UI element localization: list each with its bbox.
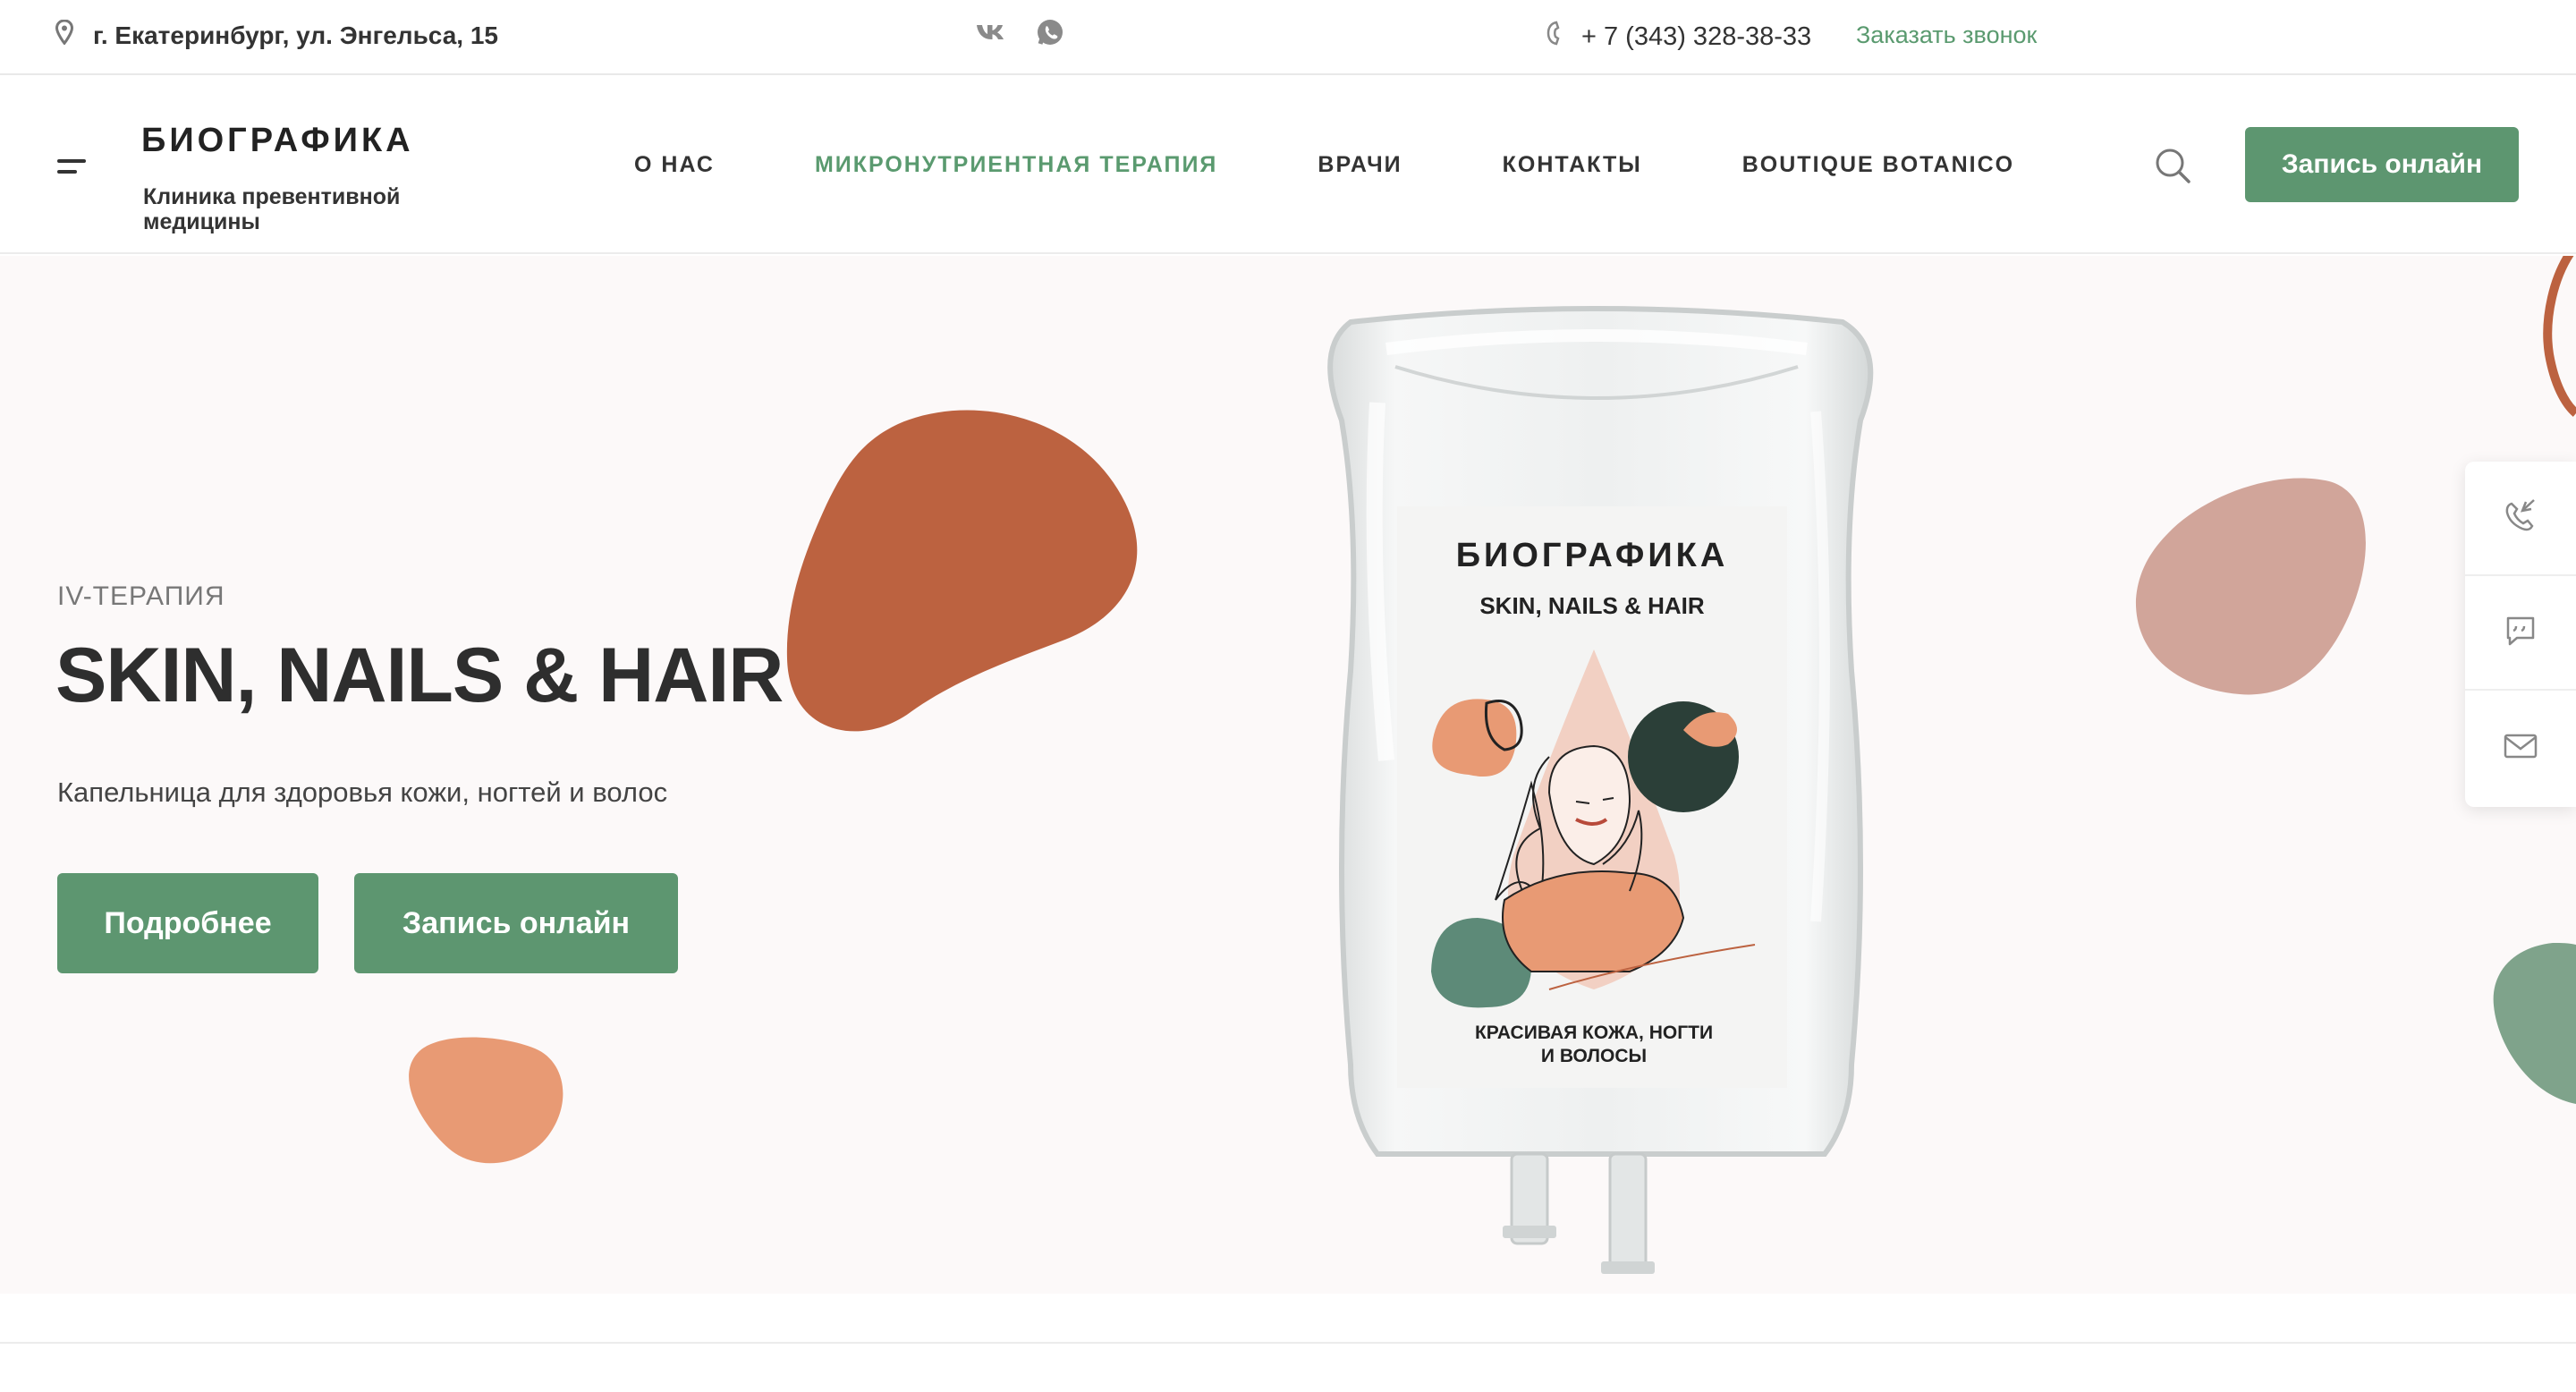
phone-number[interactable]: + 7 (343) 328-38-33	[1581, 22, 1811, 52]
menu-icon[interactable]	[57, 159, 86, 174]
whatsapp-icon[interactable]	[1036, 18, 1064, 51]
phone-block[interactable]: + 7 (343) 328-38-33	[1546, 20, 1811, 54]
address: г. Екатеринбург, ул. Энгельса, 15	[55, 19, 498, 51]
logo[interactable]: БИОГРАФИКА	[141, 122, 414, 160]
address-text: г. Екатеринбург, ул. Энгельса, 15	[93, 21, 498, 49]
label-caption: КРАСИВАЯ КОЖА, НОГТИ И ВОЛОСЫ	[1433, 1022, 1755, 1068]
label-caption-line-2: И ВОЛОСЫ	[1540, 1046, 1648, 1066]
main-nav: О НАС МИКРОНУТРИЕНТНАЯ ТЕРАПИЯ ВРАЧИ КОН…	[634, 152, 2114, 178]
label-brand: БИОГРАФИКА	[1455, 537, 1729, 574]
nav-item-about[interactable]: О НАС	[634, 152, 715, 178]
mail-icon	[2503, 732, 2538, 765]
hero-eyebrow: IV-ТЕРАПИЯ	[57, 581, 225, 611]
nav-item-doctors[interactable]: ВРАЧИ	[1318, 152, 1402, 178]
product-label: БИОГРАФИКА SKIN, NAILS & HAIR КРАСИВАЯ К…	[1397, 506, 1787, 1088]
search-icon[interactable]	[2154, 147, 2191, 184]
phone-icon	[1546, 20, 1562, 54]
vk-icon[interactable]	[975, 22, 1005, 47]
nav-item-micronutrient-therapy[interactable]: МИКРОНУТРИЕНТНАЯ ТЕРАПИЯ	[815, 152, 1217, 178]
label-product-name: SKIN, NAILS & HAIR	[1479, 592, 1705, 619]
hero-book-online-button[interactable]: Запись онлайн	[354, 873, 678, 973]
hero-section: IV-ТЕРАПИЯ SKIN, NAILS & HAIR Капельница…	[0, 256, 2576, 1294]
more-button[interactable]: Подробнее	[57, 873, 318, 973]
peach-blob	[409, 1037, 564, 1164]
social-links	[975, 18, 1064, 51]
callback-phone-icon	[2503, 498, 2538, 539]
chat-icon	[2503, 613, 2538, 653]
woman-illustration	[1431, 649, 1756, 1008]
site-header: БИОГРАФИКА Клиника превентивной медицины…	[0, 77, 2576, 254]
contact-side-panel	[2465, 462, 2576, 807]
nav-item-contacts[interactable]: КОНТАКТЫ	[1503, 152, 1642, 178]
hero-title: SKIN, NAILS & HAIR	[55, 632, 784, 718]
location-pin-icon	[55, 19, 74, 51]
section-divider	[0, 1342, 2576, 1344]
top-bar: г. Екатеринбург, ул. Энгельса, 15 + 7 (3…	[0, 0, 2576, 75]
dusty-rose-blob	[2135, 478, 2366, 695]
side-mail-button[interactable]	[2465, 691, 2576, 805]
order-callback-link[interactable]: Заказать звонок	[1856, 21, 2037, 49]
logo-subtitle: Клиника превентивной медицины	[143, 184, 401, 234]
book-online-button[interactable]: Запись онлайн	[2245, 127, 2519, 202]
sage-blob	[2493, 943, 2576, 1104]
terracotta-ring	[2543, 256, 2576, 417]
side-callback-button[interactable]	[2465, 462, 2576, 576]
hero-description: Капельница для здоровья кожи, ногтей и в…	[57, 777, 668, 808]
nav-item-boutique-botanico[interactable]: BOUTIQUE BOTANICO	[1742, 152, 2014, 178]
terracotta-blob	[786, 410, 1138, 732]
label-caption-line-1: КРАСИВАЯ КОЖА, НОГТИ	[1474, 1023, 1714, 1043]
side-chat-button[interactable]	[2465, 576, 2576, 691]
